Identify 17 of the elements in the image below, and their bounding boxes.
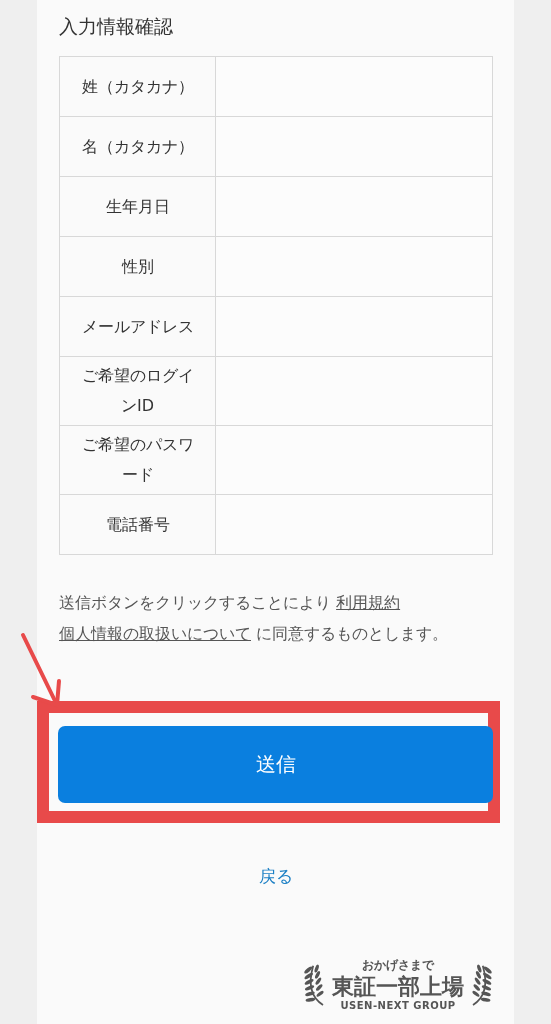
field-label: ご希望のログインID [59,356,216,426]
field-label: メールアドレス [59,296,216,357]
badge-group-name: USEN-NEXT GROUP [340,1000,456,1011]
field-label: 性別 [59,236,216,297]
consent-text: 送信ボタンをクリックすることにより 利用規約 個人情報の取扱いについて に同意するものとします。 [59,592,450,645]
section-title: 入力情報確認 [59,14,174,39]
field-label: 姓（カタカナ） [59,56,216,117]
field-label: 名（カタカナ） [59,116,216,177]
submit-button[interactable]: 送信 [58,726,493,803]
field-label: 電話番号 [59,494,216,555]
policy-link[interactable]: 利用規約 [336,593,401,612]
badge-title: 東証一部上場 [332,974,464,1000]
badge-caption: おかげさまで [362,957,434,974]
policy-link[interactable]: 個人情報の取扱いについて [59,624,251,643]
field-label: 生年月日 [59,176,216,237]
back-link[interactable]: 戻る [259,865,293,888]
field-label: ご希望のパスワード [59,425,216,495]
